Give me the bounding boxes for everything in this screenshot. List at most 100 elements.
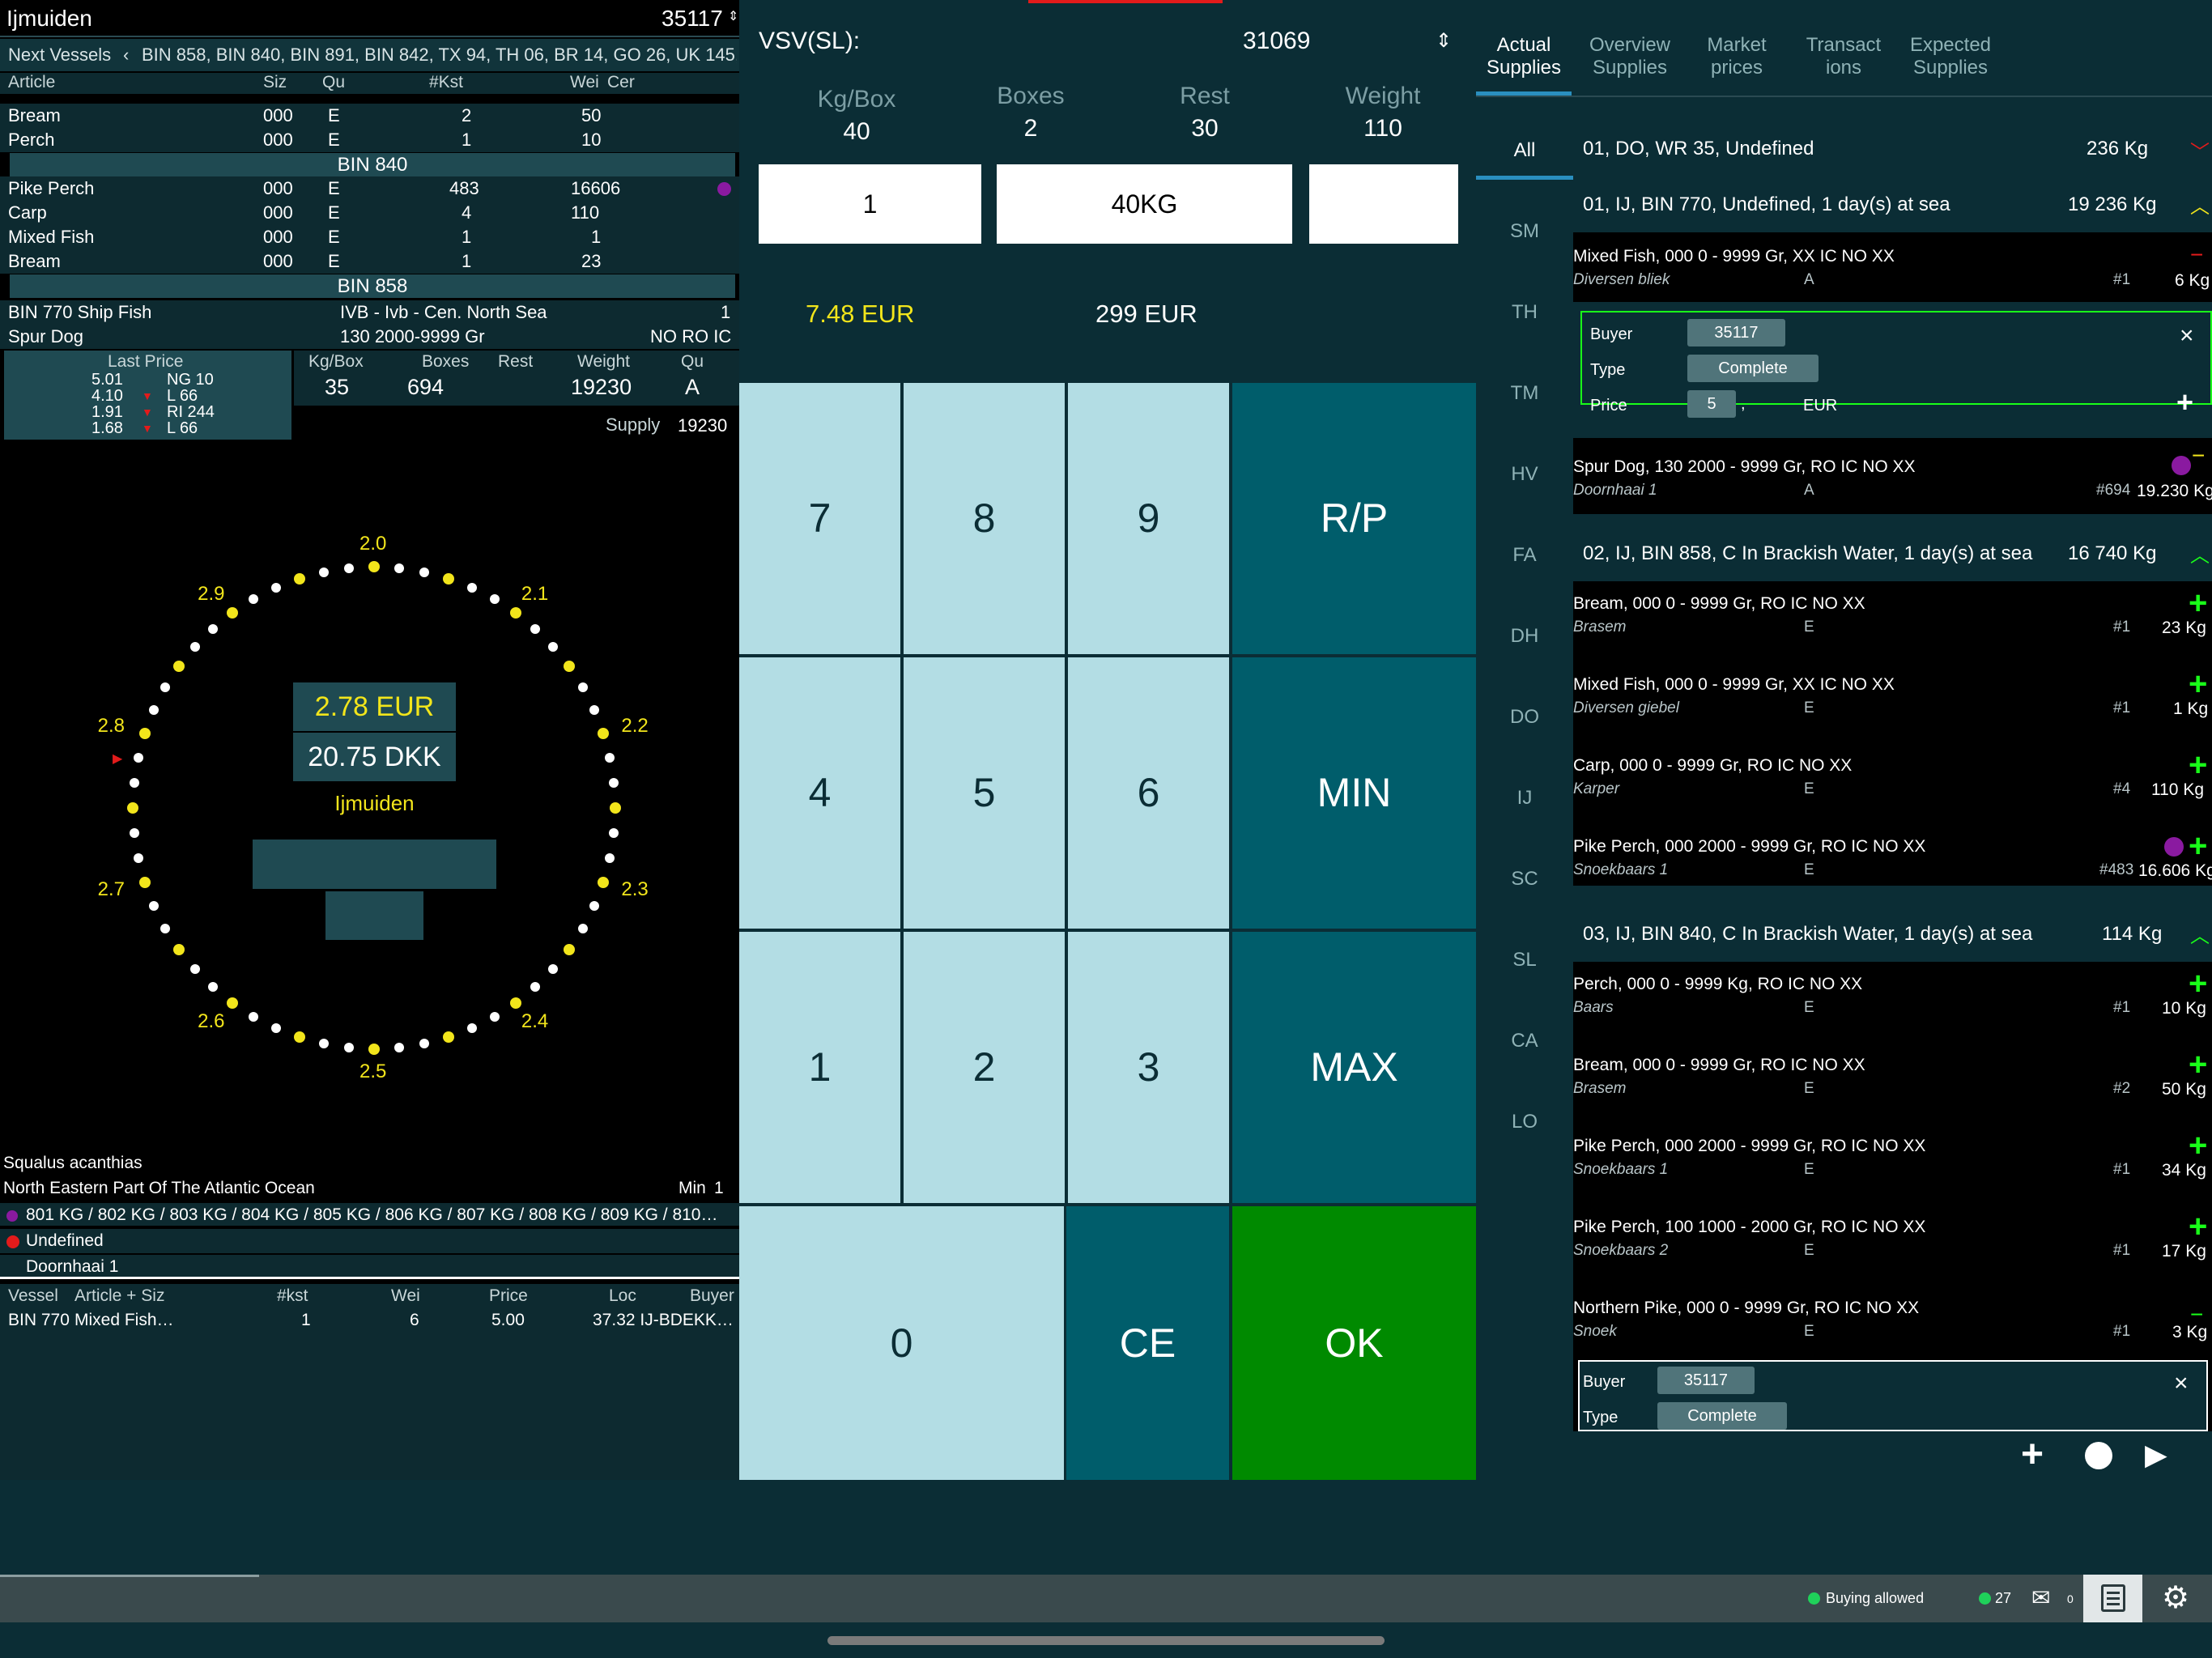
stepper-icon[interactable]: ⇕ (1436, 29, 1452, 53)
table-row[interactable]: Mixed Fish 000 E 1 1 (0, 225, 739, 249)
unit-input[interactable]: 40KG (997, 164, 1292, 244)
list-item[interactable]: Pike Perch, 000 2000 - 9999 Gr, RO IC NO… (1573, 1124, 2212, 1201)
list-item[interactable]: Bream, 000 0 - 9999 Gr, RO IC NO XX Bras… (1573, 1043, 2212, 1120)
add-icon[interactable]: + (2189, 1048, 2207, 1081)
list-item[interactable]: Pike Perch, 000 2000 - 9999 Gr, RO IC NO… (1573, 824, 2212, 886)
add-icon[interactable]: + (2176, 385, 2193, 419)
cat-do[interactable]: DO (1476, 706, 1573, 729)
cat-hv[interactable]: HV (1476, 463, 1573, 486)
close-icon[interactable]: × (2180, 322, 2194, 350)
tab-transactions[interactable]: Transact ions (1793, 34, 1894, 79)
add-icon[interactable]: + (2189, 1129, 2207, 1162)
buying-status[interactable]: Buying allowed (1826, 1590, 1924, 1607)
table-row[interactable]: Pike Perch 000 E 483 16606 (0, 176, 739, 201)
table-row[interactable]: BIN 770 Mixed Fish… 1 6 5.00 37.32 IJ-BD… (0, 1308, 739, 1333)
notes-button[interactable] (2083, 1575, 2142, 1622)
col-size[interactable]: Siz (263, 73, 287, 92)
extra-input[interactable] (1309, 164, 1458, 244)
chevron-left-icon[interactable]: ‹ (123, 39, 129, 71)
tab-expected-supplies[interactable]: Expected Supplies (1900, 34, 2001, 79)
close-icon[interactable]: × (2174, 1370, 2189, 1397)
list-item[interactable]: Mixed Fish, 000 0 - 9999 Gr, XX IC NO XX… (1573, 662, 2212, 738)
list-item[interactable]: Spur Dog, 130 2000 - 9999 Gr, RO IC NO X… (1573, 438, 2212, 514)
list-item[interactable]: Carp, 000 0 - 9999 Gr, RO IC NO XX Karpe… (1573, 743, 2212, 819)
quantity-input[interactable]: 1 (759, 164, 981, 244)
col-cert[interactable]: Cer (607, 73, 635, 92)
group-row[interactable]: 01, IJ, BIN 770, Undefined, 1 day(s) at … (1573, 185, 2212, 224)
col-buyer[interactable]: Buyer (690, 1284, 734, 1308)
table-row[interactable]: Carp 000 E 4 110 (0, 201, 739, 225)
col-vessel[interactable]: Vessel (8, 1284, 58, 1308)
col-kst[interactable]: #kst (277, 1284, 308, 1308)
chevron-up-icon[interactable]: ︿ (2190, 539, 2210, 568)
list-item[interactable]: Perch, 000 0 - 9999 Kg, RO IC NO XX Baar… (1573, 962, 2212, 1039)
list-item[interactable]: Northern Pike, 000 0 - 9999 Gr, RO IC NO… (1573, 1286, 2212, 1363)
group-row[interactable]: 03, IJ, BIN 840, C In Brackish Water, 1 … (1573, 915, 2212, 954)
ce-button[interactable]: CE (1066, 1206, 1229, 1480)
record-icon[interactable] (2085, 1442, 2112, 1469)
add-icon[interactable]: + (2189, 967, 2207, 1000)
buyer-field[interactable]: 35117 (1657, 1367, 1755, 1394)
max-button[interactable]: MAX (1232, 932, 1476, 1203)
group-row[interactable]: 02, IJ, BIN 858, C In Brackish Water, 1 … (1573, 534, 2212, 573)
key-9[interactable]: 9 (1068, 383, 1229, 654)
table-row[interactable]: Bream 000 E 2 50 (0, 104, 739, 128)
vsv-code[interactable]: 31069 (1243, 28, 1310, 55)
cat-th[interactable]: TH (1476, 301, 1573, 324)
add-icon[interactable]: + (2189, 668, 2207, 700)
cat-sc[interactable]: SC (1476, 868, 1573, 891)
species-name[interactable]: Doornhaai 1 (0, 1255, 739, 1279)
cat-ca[interactable]: CA (1476, 1030, 1573, 1052)
cat-fa[interactable]: FA (1476, 544, 1573, 567)
sort-icon[interactable]: ⇕ (728, 8, 738, 24)
table-row[interactable]: Bream 000 E 1 23 (0, 249, 739, 274)
minus-icon[interactable]: − (2190, 242, 2203, 268)
tab-overview-supplies[interactable]: Overview Supplies (1581, 34, 1678, 79)
list-item[interactable]: Mixed Fish, 000 0 - 9999 Gr, XX IC NO XX… (1573, 232, 2212, 302)
chevron-up-icon[interactable]: ︿ (2190, 920, 2210, 948)
key-6[interactable]: 6 (1068, 657, 1229, 929)
key-8[interactable]: 8 (904, 383, 1065, 654)
ok-button[interactable]: OK (1232, 1206, 1476, 1480)
cat-all[interactable]: All (1476, 139, 1573, 162)
col-quality[interactable]: Qu (322, 73, 345, 92)
minus-icon[interactable]: − (2192, 443, 2205, 469)
minus-icon[interactable]: − (2190, 1302, 2203, 1328)
key-5[interactable]: 5 (904, 657, 1065, 929)
cat-sl[interactable]: SL (1476, 949, 1573, 971)
kg-options[interactable]: 801 KG / 802 KG / 803 KG / 804 KG / 805 … (0, 1203, 739, 1227)
col-kst[interactable]: #Kst (429, 73, 463, 92)
list-item[interactable]: Pike Perch, 100 1000 - 2000 Gr, RO IC NO… (1573, 1205, 2212, 1282)
key-1[interactable]: 1 (739, 932, 900, 1203)
table-row[interactable]: Perch 000 E 1 10 (0, 128, 739, 152)
cat-ij[interactable]: IJ (1476, 787, 1573, 810)
group-row[interactable]: 01, DO, WR 35, Undefined 236 Kg ﹀ (1573, 130, 2212, 168)
add-icon[interactable]: + (2189, 587, 2207, 619)
price-int-field[interactable]: 5 (1687, 390, 1736, 418)
chevron-down-icon[interactable]: ﹀ (2190, 136, 2210, 164)
add-icon[interactable]: + (2189, 830, 2207, 862)
key-4[interactable]: 4 (739, 657, 900, 929)
key-0[interactable]: 0 (739, 1206, 1064, 1480)
add-icon[interactable]: + (2189, 749, 2207, 781)
mail-icon[interactable]: ✉ (2031, 1584, 2050, 1611)
key-3[interactable]: 3 (1068, 932, 1229, 1203)
buyer-field[interactable]: 35117 (1687, 319, 1785, 346)
key-7[interactable]: 7 (739, 383, 900, 654)
play-icon[interactable]: ▶ (2145, 1436, 2167, 1473)
cat-dh[interactable]: DH (1476, 625, 1573, 648)
gear-icon[interactable]: ⚙ (2162, 1579, 2189, 1616)
list-item[interactable]: Bream, 000 0 - 9999 Gr, RO IC NO XX Bras… (1573, 581, 2212, 657)
col-article-size[interactable]: Article + Siz (74, 1284, 164, 1308)
type-field[interactable]: Complete (1687, 355, 1819, 382)
cat-sm[interactable]: SM (1476, 220, 1573, 243)
col-price[interactable]: Price (489, 1284, 528, 1308)
add-icon[interactable]: + (2021, 1435, 2044, 1475)
quality-status[interactable]: Undefined (0, 1229, 739, 1253)
chevron-up-icon[interactable]: ︿ (2190, 190, 2210, 219)
buyer-number[interactable]: 35117 (661, 0, 723, 37)
col-weight[interactable]: Wei (391, 1284, 420, 1308)
col-location[interactable]: Loc (609, 1284, 636, 1308)
col-weight[interactable]: Wei (570, 73, 599, 92)
tab-actual-supplies[interactable]: Actual Supplies (1476, 34, 1572, 79)
